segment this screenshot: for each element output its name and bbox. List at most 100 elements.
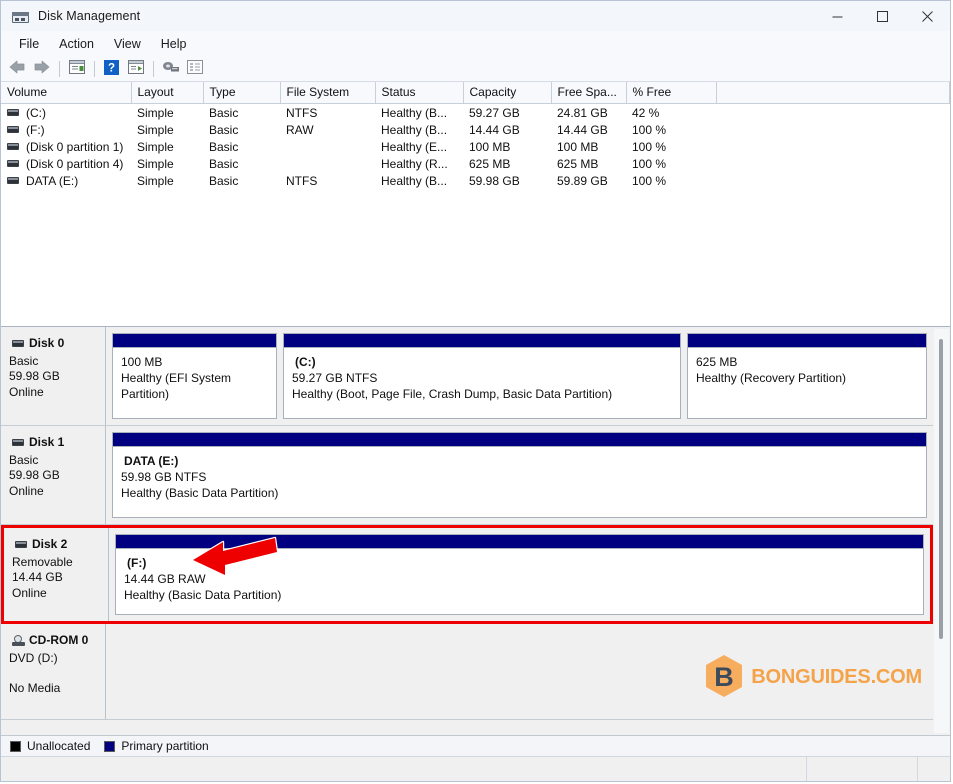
table-row[interactable]: (Disk 0 partition 1) Simple Basic Health… (1, 138, 950, 155)
partition-details: DATA (E:) 59.98 GB NTFS Healthy (Basic D… (113, 447, 926, 517)
legend-label-primary-partition: Primary partition (121, 739, 209, 753)
maximize-button[interactable] (860, 1, 905, 31)
column-header-volume[interactable]: Volume (1, 82, 132, 104)
disk-state: No Media (9, 681, 61, 695)
menu-file[interactable]: File (9, 34, 49, 54)
status-bar-segment-2 (917, 757, 950, 781)
column-header-free-space[interactable]: Free Spa... (551, 82, 627, 104)
disk-info-cdrom-0[interactable]: CD-ROM 0 DVD (D:) No Media (1, 624, 106, 719)
cell-percent-free: 100 % (632, 122, 667, 137)
cell-capacity: 59.27 GB (469, 105, 520, 120)
close-button[interactable] (905, 1, 950, 31)
partition-status: Healthy (EFI System Partition) (121, 371, 232, 401)
back-arrow-icon (9, 60, 26, 77)
disk-size: 14.44 GB (12, 570, 63, 584)
partition-efi[interactable]: 100 MB Healthy (EFI System Partition) (112, 333, 277, 419)
cell-free-space: 14.44 GB (557, 122, 608, 137)
column-header-layout[interactable]: Layout (131, 82, 204, 104)
column-header-percent-free[interactable]: % Free (626, 82, 717, 104)
partition-status: Healthy (Basic Data Partition) (124, 588, 282, 602)
table-row[interactable]: (F:) Simple Basic RAW Healthy (B... 14.4… (1, 121, 950, 138)
toolbar-separator (59, 60, 60, 77)
disk-info-disk-1[interactable]: Disk 1 Basic 59.98 GB Online (1, 426, 106, 524)
menu-help[interactable]: Help (151, 34, 197, 54)
cell-status: Healthy (R... (381, 156, 448, 171)
back-button[interactable] (6, 58, 29, 79)
disk-title-disk-2: Disk 2 (15, 537, 108, 553)
disk-partitions-disk-1: DATA (E:) 59.98 GB NTFS Healthy (Basic D… (106, 426, 933, 524)
cell-percent-free: 100 % (632, 173, 667, 188)
disk-partitions-disk-2: (F:) 14.44 GB RAW Healthy (Basic Data Pa… (109, 528, 930, 621)
vertical-scrollbar[interactable] (934, 329, 949, 733)
partition-size-fs: 59.27 GB NTFS (292, 371, 378, 385)
column-header-file-system[interactable]: File System (280, 82, 376, 104)
table-row[interactable]: (C:) Simple Basic NTFS Healthy (B... 59.… (1, 104, 950, 122)
cell-layout: Simple (137, 173, 174, 188)
help-button[interactable]: ? (100, 58, 123, 79)
disk-type: DVD (D:) (9, 650, 58, 665)
cell-file-system: RAW (286, 122, 314, 137)
column-header-type[interactable]: Type (203, 82, 281, 104)
cell-percent-free: 100 % (632, 139, 667, 154)
partition-status: Healthy (Basic Data Partition) (121, 486, 279, 500)
disk-state: Online (12, 585, 47, 600)
cell-type: Basic (209, 173, 239, 188)
svg-text:?: ? (108, 62, 115, 74)
status-bar-segment-1 (806, 757, 917, 781)
column-header-filler (716, 82, 950, 104)
properties-button[interactable] (183, 58, 206, 79)
disk-row-disk-1[interactable]: Disk 1 Basic 59.98 GB Online DATA (E:) 5… (1, 426, 933, 525)
table-row[interactable]: DATA (E:) Simple Basic NTFS Healthy (B..… (1, 172, 950, 189)
cell-volume: (Disk 0 partition 1) (1, 138, 131, 155)
disk-title-cdrom-0: CD-ROM 0 (12, 633, 105, 649)
menu-action[interactable]: Action (49, 34, 104, 54)
forward-button[interactable] (30, 58, 53, 79)
list-panel-play-icon (127, 60, 144, 77)
menu-view[interactable]: View (104, 34, 151, 54)
column-header-status[interactable]: Status (375, 82, 464, 104)
partition-recovery[interactable]: 625 MB Healthy (Recovery Partition) (687, 333, 927, 419)
scrollbar-thumb[interactable] (939, 339, 943, 639)
cell-percent-free: 42 % (632, 105, 660, 120)
cell-type: Basic (209, 105, 239, 120)
cell-capacity: 59.98 GB (469, 173, 520, 188)
column-header-capacity[interactable]: Capacity (463, 82, 552, 104)
partition-size-fs: 100 MB (121, 355, 163, 369)
disk-row-disk-2[interactable]: Disk 2 Removable 14.44 GB Online (F:) 14… (1, 525, 933, 624)
volume-label: (Disk 0 partition 4) (26, 156, 124, 171)
partition-size-fs: 59.98 GB NTFS (121, 470, 207, 484)
disk-icon (15, 541, 27, 549)
status-bar (1, 756, 950, 781)
window-controls (815, 1, 950, 31)
disk-size: 59.98 GB (9, 468, 60, 482)
disk-scan-icon (162, 60, 180, 77)
cell-capacity: 100 MB (469, 139, 511, 154)
disk-info-disk-0[interactable]: Disk 0 Basic 59.98 GB Online (1, 327, 106, 425)
disk-info-disk-2[interactable]: Disk 2 Removable 14.44 GB Online (4, 528, 109, 621)
drive-icon (7, 126, 19, 133)
up-one-level-button[interactable] (65, 58, 88, 79)
disk-row-disk-0[interactable]: Disk 0 Basic 59.98 GB Online 100 MB Heal… (1, 327, 933, 426)
partition-color-bar (116, 535, 923, 549)
partition-details: (F:) 14.44 GB RAW Healthy (Basic Data Pa… (116, 549, 923, 614)
partition-data-e[interactable]: DATA (E:) 59.98 GB NTFS Healthy (Basic D… (112, 432, 927, 518)
cell-volume: (F:) (1, 121, 131, 138)
rescan-disks-button[interactable] (159, 58, 182, 79)
toolbar-separator (94, 60, 95, 77)
volume-label: DATA (E:) (26, 173, 79, 188)
disk-partitions-cdrom-0 (106, 624, 933, 719)
disk-row-cdrom-0[interactable]: CD-ROM 0 DVD (D:) No Media (1, 624, 933, 720)
disk-icon (12, 340, 24, 348)
volume-label: (C:) (26, 105, 46, 120)
partition-status: Healthy (Recovery Partition) (696, 371, 847, 385)
show-hide-console-tree-button[interactable] (124, 58, 147, 79)
minimize-button[interactable] (815, 1, 860, 31)
table-row[interactable]: (Disk 0 partition 4) Simple Basic Health… (1, 155, 950, 172)
partition-c[interactable]: (C:) 59.27 GB NTFS Healthy (Boot, Page F… (283, 333, 681, 419)
disk-type: Removable (12, 554, 73, 569)
partition-f[interactable]: (F:) 14.44 GB RAW Healthy (Basic Data Pa… (115, 534, 924, 615)
disk-management-window: Disk Management File Action View Help ? … (0, 0, 951, 782)
drive-icon (7, 143, 19, 150)
disk-state: Online (9, 384, 44, 399)
partition-color-bar (284, 334, 680, 348)
